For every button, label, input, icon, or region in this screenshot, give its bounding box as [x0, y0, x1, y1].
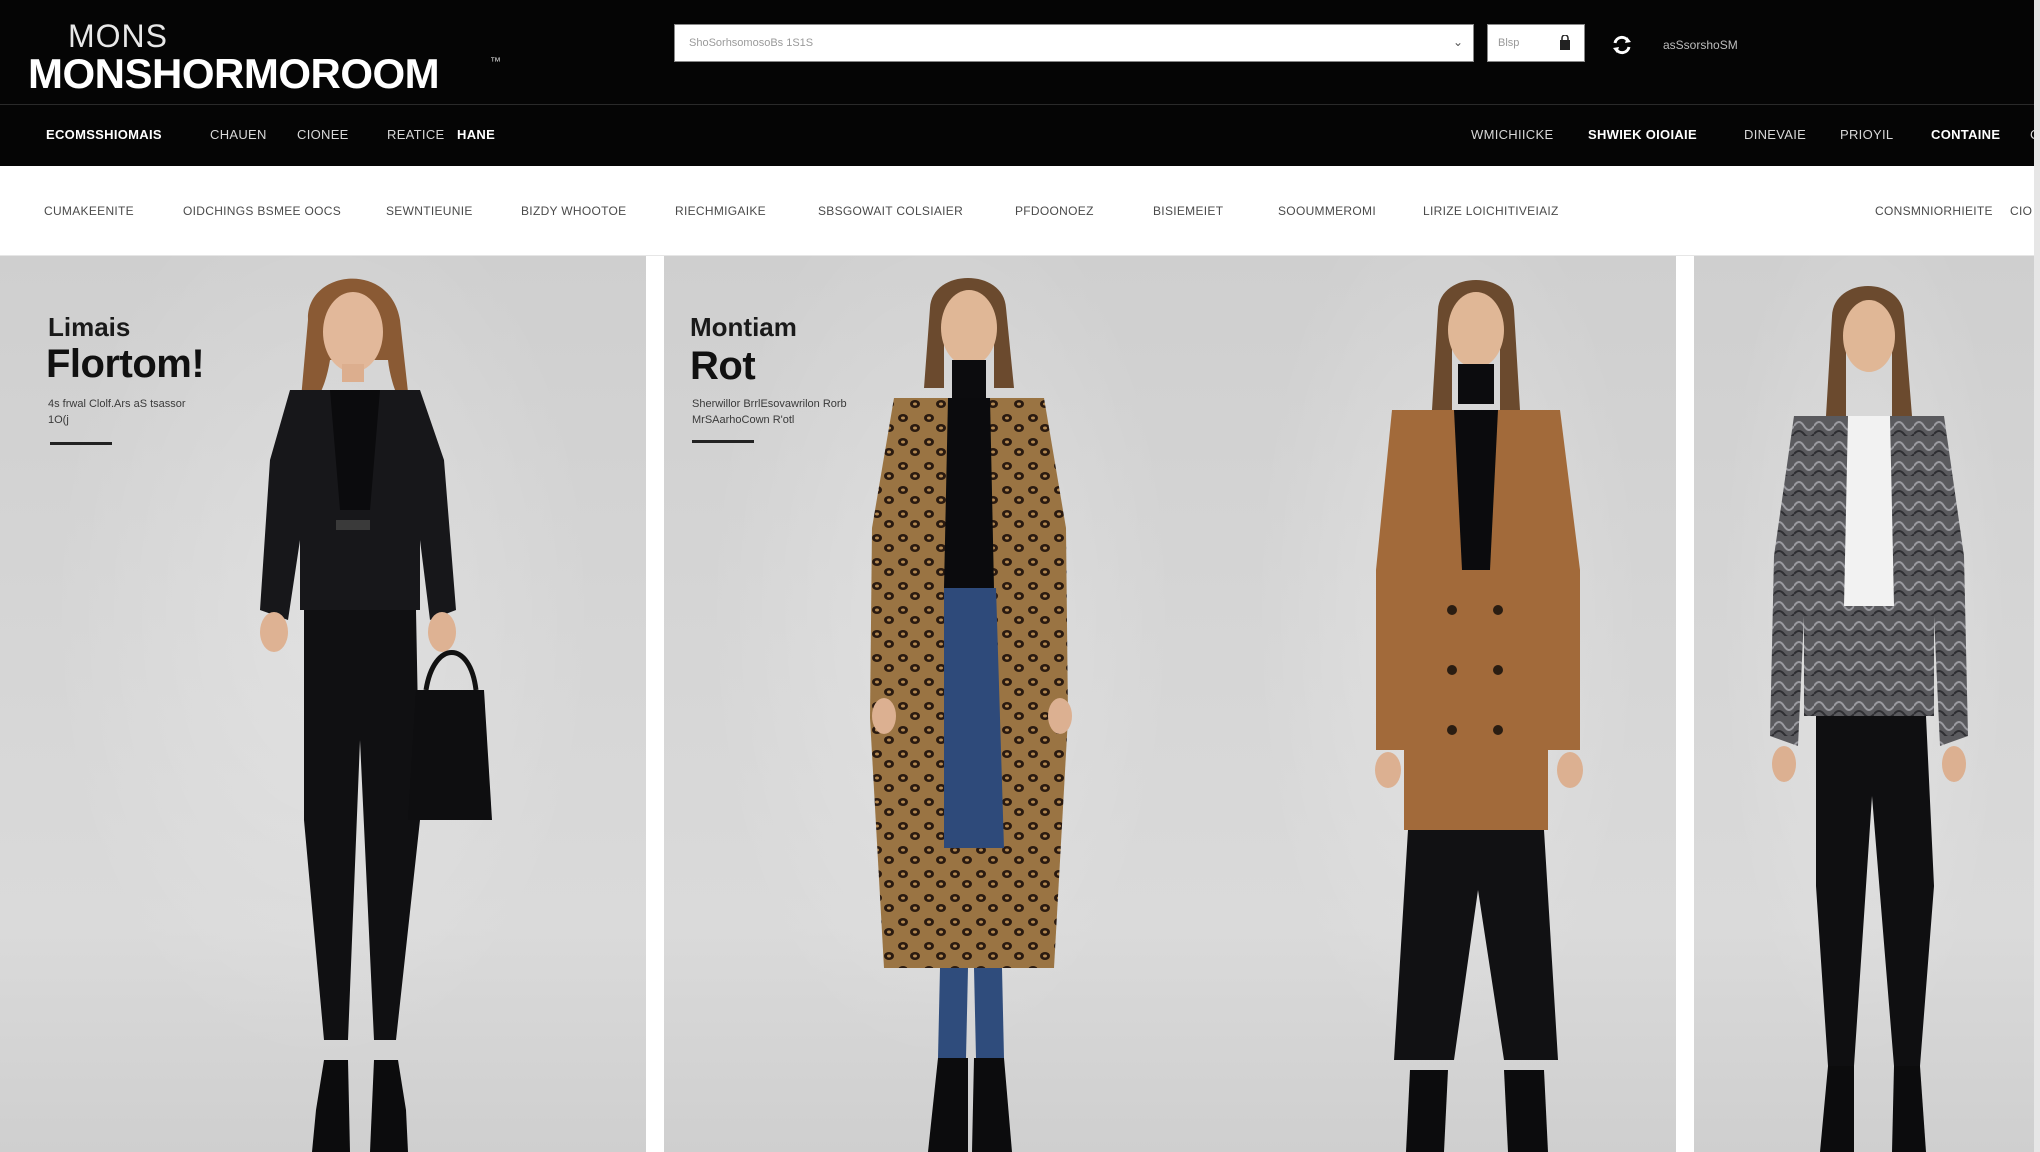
search-input[interactable]: ShoSorhsomosoBs 1S1S ⌄	[674, 24, 1474, 62]
trademark-mark: ™	[490, 56, 501, 68]
category-link[interactable]: BIZDY WHOOTOE	[521, 204, 626, 218]
scrollbar[interactable]	[2034, 0, 2040, 1152]
category-link[interactable]: SBSGOWAIT COLSIAIER	[818, 204, 963, 218]
shop-label: Blsp	[1498, 37, 1520, 49]
nav-item[interactable]: ECOMSSHIOMAIS	[46, 127, 162, 142]
category-link[interactable]: LIRIZE LOICHITIVEIAIZ	[1423, 204, 1559, 218]
product-card-leopard-coat[interactable]: Montiam Rot Sherwillor BrrlEsovawrilon R…	[664, 256, 1218, 1152]
promo-subtitle: Limais	[48, 312, 131, 342]
product-card-black-blazer[interactable]: Limais Flortom! 4s frwal Clolf.Ars aS ts…	[0, 256, 646, 1152]
category-link[interactable]: PFDOONOEZ	[1015, 204, 1094, 218]
promo-subtitle: Montiam	[690, 312, 797, 342]
product-card-metallic-jacket[interactable]	[1694, 256, 2034, 1152]
promo-description: 4s frwal Clolf.Ars aS tsassor 1O(j	[48, 398, 186, 426]
category-link[interactable]: CIO	[2010, 204, 2032, 218]
account-link[interactable]: asSsorshoSM	[1663, 38, 1738, 52]
category-link[interactable]: BISIEMEIET	[1153, 204, 1223, 218]
nav-item[interactable]: SHWIEK OIOIAIE	[1588, 127, 1697, 142]
promo-title: Rot	[690, 344, 756, 388]
panel-divider	[1676, 256, 1694, 1152]
panel-divider	[646, 256, 664, 1152]
category-link[interactable]: CONSMNIORHIEITE	[1875, 204, 1993, 218]
category-link[interactable]: CUMAKEENITE	[44, 204, 134, 218]
nav-item[interactable]: CHAUEN	[210, 127, 267, 142]
search-placeholder: ShoSorhsomosoBs 1S1S	[689, 37, 814, 49]
nav-item[interactable]: CONTAINE	[1931, 127, 2000, 142]
category-link[interactable]: SOOUMMEROMI	[1278, 204, 1376, 218]
nav-item[interactable]: REATICE	[387, 127, 444, 142]
main-nav: ECOMSSHIOMAIS CHAUEN CIONEE REATICE HANE…	[0, 104, 2040, 166]
top-header: MONS MONSHORMOROOM ™ ShoSorhsomosoBs 1S1…	[0, 0, 2040, 104]
category-link[interactable]: RIECHMIGAIKE	[675, 204, 766, 218]
brand-logo[interactable]: MONSHORMOROOM	[28, 50, 440, 98]
nav-item[interactable]: PRIOYIL	[1840, 127, 1893, 142]
promo-title: Flortom!	[46, 342, 205, 386]
product-card-camel-coat[interactable]	[1218, 256, 1676, 1152]
nav-item[interactable]: WMICHIICKE	[1471, 127, 1553, 142]
sync-icon[interactable]	[1611, 34, 1633, 56]
cart-icon	[1560, 35, 1570, 50]
nav-item[interactable]: HANE	[457, 127, 495, 142]
category-link[interactable]: OIDCHINGS BSMEE OOCS	[183, 204, 341, 218]
model-image-leopard-coat	[870, 278, 1072, 1152]
model-image-metallic-jacket	[1770, 286, 1968, 1152]
category-link[interactable]: SEWNTIEUNIE	[386, 204, 473, 218]
category-bar: CUMAKEENITE OIDCHINGS BSMEE OOCS SEWNTIE…	[0, 166, 2040, 256]
model-image-camel-coat	[1375, 280, 1583, 1152]
nav-item[interactable]: DINEVAIE	[1744, 127, 1806, 142]
model-image-black-blazer	[260, 278, 492, 1152]
promo-divider	[692, 440, 754, 443]
nav-item[interactable]: CIONEE	[297, 127, 349, 142]
chevron-down-icon[interactable]: ⌄	[1453, 35, 1463, 49]
promo-description: Sherwillor BrrlEsovawrilon Rorb MrSAarho…	[692, 398, 847, 426]
promo-divider	[50, 442, 112, 445]
shop-button[interactable]: Blsp	[1487, 24, 1585, 62]
